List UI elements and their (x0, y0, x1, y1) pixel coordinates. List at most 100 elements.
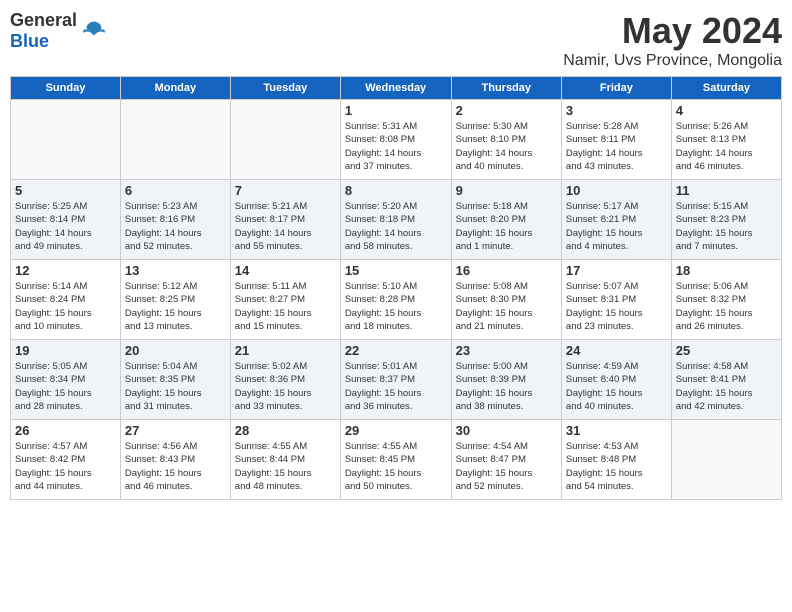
header-saturday: Saturday (671, 77, 781, 100)
day-info: Sunrise: 5:01 AM Sunset: 8:37 PM Dayligh… (345, 360, 447, 413)
day-info: Sunrise: 5:10 AM Sunset: 8:28 PM Dayligh… (345, 280, 447, 333)
table-row: 6 Sunrise: 5:23 AM Sunset: 8:16 PM Daylig… (120, 180, 230, 260)
title-section: May 2024 Namir, Uvs Province, Mongolia (563, 10, 782, 70)
day-info: Sunrise: 5:17 AM Sunset: 8:21 PM Dayligh… (566, 200, 667, 253)
day-info: Sunrise: 5:08 AM Sunset: 8:30 PM Dayligh… (456, 280, 557, 333)
day-number: 27 (125, 423, 226, 438)
logo-general: General (10, 10, 77, 31)
day-number: 4 (676, 103, 777, 118)
day-number: 1 (345, 103, 447, 118)
table-row: 21 Sunrise: 5:02 AM Sunset: 8:36 PM Dayli… (230, 340, 340, 420)
day-info: Sunrise: 4:55 AM Sunset: 8:44 PM Dayligh… (235, 440, 336, 493)
day-info: Sunrise: 5:31 AM Sunset: 8:08 PM Dayligh… (345, 120, 447, 173)
calendar-table: Sunday Monday Tuesday Wednesday Thursday… (10, 76, 782, 500)
table-row: 18 Sunrise: 5:06 AM Sunset: 8:32 PM Dayli… (671, 260, 781, 340)
header-monday: Monday (120, 77, 230, 100)
table-row: 8Sunrise: 5:20 AM Sunset: 8:18 PM Daylig… (340, 180, 451, 260)
header-sunday: Sunday (11, 77, 121, 100)
month-year-title: May 2024 (563, 10, 782, 52)
bird-icon (80, 17, 108, 45)
table-row: 28 Sunrise: 4:55 AM Sunset: 8:44 PM Dayli… (230, 420, 340, 500)
table-row: 26Sunrise: 4:57 AM Sunset: 8:42 PM Dayli… (11, 420, 121, 500)
table-row (120, 100, 230, 180)
day-number: 13 (125, 263, 226, 278)
day-info: Sunrise: 5:07 AM Sunset: 8:31 PM Dayligh… (566, 280, 667, 333)
location-subtitle: Namir, Uvs Province, Mongolia (563, 52, 782, 70)
day-number: 2 (456, 103, 557, 118)
table-row: 2 Sunrise: 5:30 AM Sunset: 8:10 PM Daylig… (451, 100, 561, 180)
day-number: 28 (235, 423, 336, 438)
day-info: Sunrise: 5:28 AM Sunset: 8:11 PM Dayligh… (566, 120, 667, 173)
day-info: Sunrise: 4:55 AM Sunset: 8:45 PM Dayligh… (345, 440, 447, 493)
table-row: 17 Sunrise: 5:07 AM Sunset: 8:31 PM Dayli… (561, 260, 671, 340)
day-info: Sunrise: 5:11 AM Sunset: 8:27 PM Dayligh… (235, 280, 336, 333)
day-info: Sunrise: 5:00 AM Sunset: 8:39 PM Dayligh… (456, 360, 557, 413)
day-info: Sunrise: 4:56 AM Sunset: 8:43 PM Dayligh… (125, 440, 226, 493)
day-number: 7 (235, 183, 336, 198)
day-number: 9 (456, 183, 557, 198)
table-row: 11 Sunrise: 5:15 AM Sunset: 8:23 PM Dayli… (671, 180, 781, 260)
table-row: 25 Sunrise: 4:58 AM Sunset: 8:41 PM Dayli… (671, 340, 781, 420)
table-row (230, 100, 340, 180)
header-wednesday: Wednesday (340, 77, 451, 100)
day-info: Sunrise: 5:04 AM Sunset: 8:35 PM Dayligh… (125, 360, 226, 413)
day-number: 25 (676, 343, 777, 358)
day-info: Sunrise: 5:21 AM Sunset: 8:17 PM Dayligh… (235, 200, 336, 253)
day-number: 30 (456, 423, 557, 438)
day-number: 6 (125, 183, 226, 198)
table-row (11, 100, 121, 180)
logo-blue: Blue (10, 31, 77, 52)
day-info: Sunrise: 4:58 AM Sunset: 8:41 PM Dayligh… (676, 360, 777, 413)
day-info: Sunrise: 5:23 AM Sunset: 8:16 PM Dayligh… (125, 200, 226, 253)
table-row: 20Sunrise: 5:04 AM Sunset: 8:35 PM Dayli… (120, 340, 230, 420)
page: General Blue May 2024 Namir, Uvs Provinc… (0, 0, 792, 612)
header: General Blue May 2024 Namir, Uvs Provinc… (10, 10, 782, 70)
table-row: 30 Sunrise: 4:54 AM Sunset: 8:47 PM Dayli… (451, 420, 561, 500)
day-number: 5 (15, 183, 116, 198)
day-number: 3 (566, 103, 667, 118)
table-row: 1 Sunrise: 5:31 AM Sunset: 8:08 PM Daylig… (340, 100, 451, 180)
day-info: Sunrise: 5:05 AM Sunset: 8:34 PM Dayligh… (15, 360, 116, 413)
table-row: 19Sunrise: 5:05 AM Sunset: 8:34 PM Dayli… (11, 340, 121, 420)
table-row: 16 Sunrise: 5:08 AM Sunset: 8:30 PM Dayli… (451, 260, 561, 340)
table-row: 14 Sunrise: 5:11 AM Sunset: 8:27 PM Dayli… (230, 260, 340, 340)
logo: General Blue (10, 10, 108, 52)
day-info: Sunrise: 5:14 AM Sunset: 8:24 PM Dayligh… (15, 280, 116, 333)
day-number: 14 (235, 263, 336, 278)
logo-text: General Blue (10, 10, 77, 52)
day-number: 16 (456, 263, 557, 278)
day-info: Sunrise: 4:57 AM Sunset: 8:42 PM Dayligh… (15, 440, 116, 493)
header-thursday: Thursday (451, 77, 561, 100)
day-info: Sunrise: 5:12 AM Sunset: 8:25 PM Dayligh… (125, 280, 226, 333)
day-info: Sunrise: 5:25 AM Sunset: 8:14 PM Dayligh… (15, 200, 116, 253)
table-row (671, 420, 781, 500)
table-row: 10Sunrise: 5:17 AM Sunset: 8:21 PM Dayli… (561, 180, 671, 260)
day-number: 11 (676, 183, 777, 198)
calendar-week-row: 12Sunrise: 5:14 AM Sunset: 8:24 PM Dayli… (11, 260, 782, 340)
day-number: 23 (456, 343, 557, 358)
day-info: Sunrise: 5:30 AM Sunset: 8:10 PM Dayligh… (456, 120, 557, 173)
table-row: 7 Sunrise: 5:21 AM Sunset: 8:17 PM Daylig… (230, 180, 340, 260)
day-info: Sunrise: 5:06 AM Sunset: 8:32 PM Dayligh… (676, 280, 777, 333)
table-row: 4Sunrise: 5:26 AM Sunset: 8:13 PM Daylig… (671, 100, 781, 180)
day-number: 17 (566, 263, 667, 278)
calendar-week-row: 5 Sunrise: 5:25 AM Sunset: 8:14 PM Daylig… (11, 180, 782, 260)
table-row: 12Sunrise: 5:14 AM Sunset: 8:24 PM Dayli… (11, 260, 121, 340)
day-info: Sunrise: 5:02 AM Sunset: 8:36 PM Dayligh… (235, 360, 336, 413)
header-tuesday: Tuesday (230, 77, 340, 100)
table-row: 9Sunrise: 5:18 AM Sunset: 8:20 PM Daylig… (451, 180, 561, 260)
day-info: Sunrise: 5:20 AM Sunset: 8:18 PM Dayligh… (345, 200, 447, 253)
header-row: Sunday Monday Tuesday Wednesday Thursday… (11, 77, 782, 100)
day-number: 24 (566, 343, 667, 358)
day-info: Sunrise: 4:59 AM Sunset: 8:40 PM Dayligh… (566, 360, 667, 413)
day-info: Sunrise: 4:54 AM Sunset: 8:47 PM Dayligh… (456, 440, 557, 493)
day-info: Sunrise: 5:15 AM Sunset: 8:23 PM Dayligh… (676, 200, 777, 253)
day-number: 18 (676, 263, 777, 278)
table-row: 3 Sunrise: 5:28 AM Sunset: 8:11 PM Daylig… (561, 100, 671, 180)
table-row: 23 Sunrise: 5:00 AM Sunset: 8:39 PM Dayli… (451, 340, 561, 420)
day-number: 15 (345, 263, 447, 278)
calendar-week-row: 1 Sunrise: 5:31 AM Sunset: 8:08 PM Daylig… (11, 100, 782, 180)
table-row: 13 Sunrise: 5:12 AM Sunset: 8:25 PM Dayli… (120, 260, 230, 340)
day-number: 21 (235, 343, 336, 358)
day-number: 22 (345, 343, 447, 358)
